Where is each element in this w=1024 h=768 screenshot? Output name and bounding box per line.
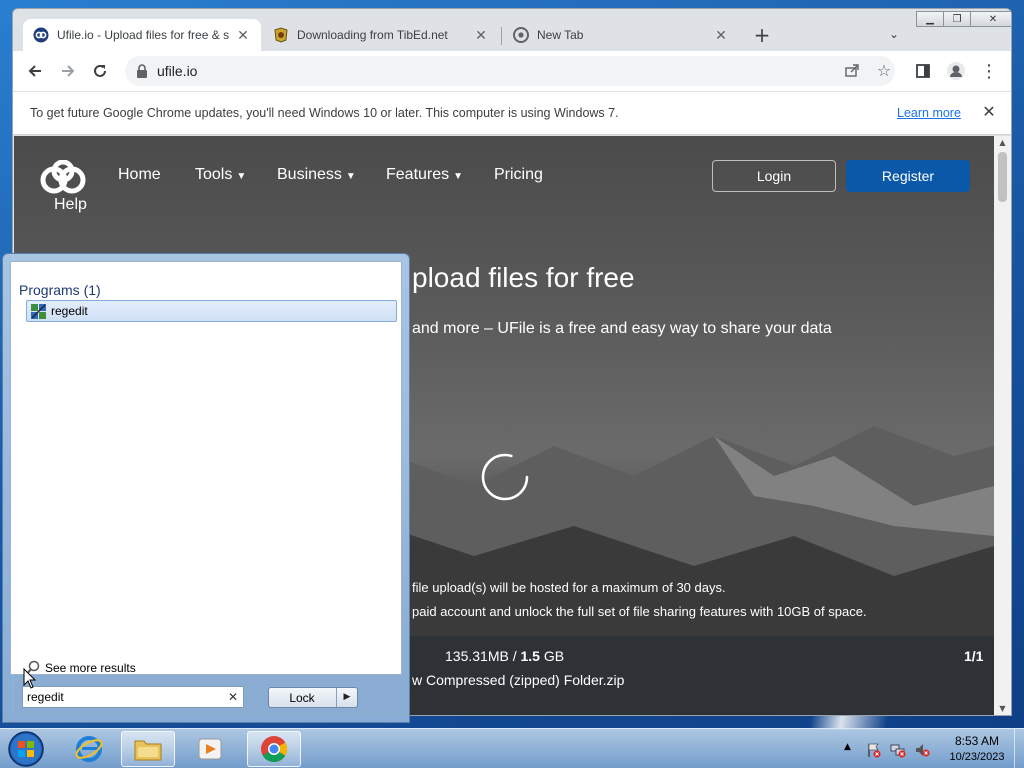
taskbar-explorer[interactable] xyxy=(121,731,175,767)
bookmark-star-icon[interactable]: ☆ xyxy=(875,62,893,80)
file-counter: 1/1 xyxy=(964,648,984,664)
loading-spinner-icon xyxy=(481,453,529,501)
taskbar: ▲ 8:53 AM 10/23/2023 xyxy=(0,728,1024,768)
show-hidden-icons-arrow-icon[interactable]: ▲ xyxy=(844,742,860,758)
tibed-favicon-icon xyxy=(273,27,289,43)
start-menu-results-panel: Programs (1) regedit See more results xyxy=(10,261,402,676)
infobar-close-icon[interactable]: ✕ xyxy=(979,102,999,122)
lock-button[interactable]: Lock ▶ xyxy=(268,687,358,708)
start-menu: Programs (1) regedit See more results ✕ … xyxy=(2,253,410,723)
nav-business[interactable]: Business ▼ xyxy=(277,166,356,184)
regedit-icon xyxy=(31,304,46,319)
see-more-results-link[interactable]: See more results xyxy=(25,660,136,676)
learn-more-link[interactable]: Learn more xyxy=(897,106,961,120)
scroll-up-arrow-icon[interactable]: ▲ xyxy=(994,138,1011,150)
infobar-message: To get future Google Chrome updates, you… xyxy=(30,106,619,120)
register-button[interactable]: Register xyxy=(846,160,970,192)
ufile-logo-icon[interactable] xyxy=(40,160,86,196)
nav-features[interactable]: Features ▼ xyxy=(386,166,463,184)
tab-search-chevron-icon[interactable]: ⌄ xyxy=(885,27,903,45)
internet-explorer-icon xyxy=(75,736,103,762)
upgrade-note: paid account and unlock the full set of … xyxy=(412,604,867,619)
clock-date[interactable]: 10/23/2023 xyxy=(942,751,1012,763)
tab-title: New Tab xyxy=(537,28,584,42)
tab-title: Downloading from TibEd.net xyxy=(297,28,448,42)
programs-heading: Programs (1) xyxy=(19,282,101,298)
nav-tools[interactable]: Tools ▼ xyxy=(195,166,246,184)
lock-options-arrow-icon[interactable]: ▶ xyxy=(336,688,357,707)
volume-muted-icon[interactable] xyxy=(914,742,930,758)
profile-avatar-icon[interactable] xyxy=(944,59,968,83)
start-search-input[interactable] xyxy=(27,689,223,705)
result-label: regedit xyxy=(51,304,88,318)
tab-close-icon[interactable]: ✕ xyxy=(713,27,729,43)
taskbar-media-player[interactable] xyxy=(183,731,237,767)
nav-pricing[interactable]: Pricing xyxy=(494,166,543,184)
clear-search-icon[interactable]: ✕ xyxy=(226,690,240,704)
network-icon[interactable] xyxy=(890,742,906,758)
tab-separator xyxy=(501,27,502,45)
scroll-thumb[interactable] xyxy=(998,152,1007,202)
tab-close-icon[interactable]: ✕ xyxy=(235,27,251,43)
lock-label: Lock xyxy=(289,691,315,705)
tab-strip: Ufile.io - Upload files for free & s ✕ D… xyxy=(13,9,1011,51)
window-close-icon[interactable]: ✕ xyxy=(970,11,1011,27)
tab-close-icon[interactable]: ✕ xyxy=(473,27,489,43)
taskbar-chrome[interactable] xyxy=(247,731,301,767)
windows-start-orb-icon[interactable] xyxy=(6,730,46,768)
tab-tibed[interactable]: Downloading from TibEd.net ✕ xyxy=(263,19,499,51)
tab-ufile[interactable]: Ufile.io - Upload files for free & s ✕ xyxy=(23,19,261,51)
mouse-cursor-icon xyxy=(23,668,37,689)
menu-kebab-icon[interactable]: ⋮ xyxy=(977,59,1001,83)
scroll-down-arrow-icon[interactable]: ▼ xyxy=(994,704,1011,715)
hero-subtitle: and more – UFile is a free and easy way … xyxy=(412,320,832,337)
nav-home[interactable]: Home xyxy=(118,166,161,184)
login-button[interactable]: Login xyxy=(712,160,836,192)
site-header: Help Home Tools ▼ Business ▼ Features ▼ Pri… xyxy=(14,136,994,216)
side-panel-icon[interactable] xyxy=(911,59,935,83)
tab-new-tab[interactable]: New Tab ✕ xyxy=(503,19,739,51)
window-controls: ▁ ❐ ✕ xyxy=(916,11,1011,27)
uploaded-filename: w Compressed (zipped) Folder.zip xyxy=(412,672,625,688)
tab-title: Ufile.io - Upload files for free & s xyxy=(57,28,229,42)
browser-toolbar: ufile.io ☆ ⋮ xyxy=(13,51,1011,91)
help-link[interactable]: Help xyxy=(54,196,87,214)
update-infobar: To get future Google Chrome updates, you… xyxy=(13,91,1011,135)
start-search-box[interactable]: ✕ xyxy=(22,686,244,708)
back-arrow-icon[interactable] xyxy=(23,59,47,83)
hero-title: pload files for free xyxy=(412,262,635,293)
page-scrollbar[interactable]: ▲ ▼ xyxy=(994,136,1011,715)
chevron-down-icon: ▼ xyxy=(236,171,247,182)
url-text: ufile.io xyxy=(157,63,198,79)
folder-icon xyxy=(134,740,162,761)
taskbar-internet-explorer[interactable] xyxy=(62,731,116,767)
show-desktop-button[interactable] xyxy=(1014,729,1024,768)
minimize-icon[interactable]: ▁ xyxy=(916,11,944,27)
action-center-flag-icon[interactable] xyxy=(866,742,882,758)
chevron-down-icon: ▼ xyxy=(453,171,464,182)
share-icon[interactable] xyxy=(843,62,861,80)
chevron-down-icon: ▼ xyxy=(345,171,356,182)
media-player-icon xyxy=(198,738,222,760)
hosting-note: file upload(s) will be hosted for a maxi… xyxy=(412,580,726,595)
ufile-favicon-icon xyxy=(33,27,49,43)
chrome-favicon-icon xyxy=(513,27,529,43)
lock-icon[interactable] xyxy=(135,63,149,79)
clock-time[interactable]: 8:53 AM xyxy=(952,734,1002,748)
restore-icon[interactable]: ❐ xyxy=(943,11,971,27)
storage-quota: 135.31MB / 1.5 GB xyxy=(445,648,565,664)
result-regedit[interactable]: regedit xyxy=(26,300,397,322)
address-bar[interactable]: ufile.io ☆ xyxy=(125,56,895,86)
new-tab-plus-icon[interactable]: + xyxy=(751,25,773,47)
reload-icon[interactable] xyxy=(88,59,112,83)
chrome-icon xyxy=(261,736,288,763)
forward-arrow-icon[interactable] xyxy=(56,59,80,83)
